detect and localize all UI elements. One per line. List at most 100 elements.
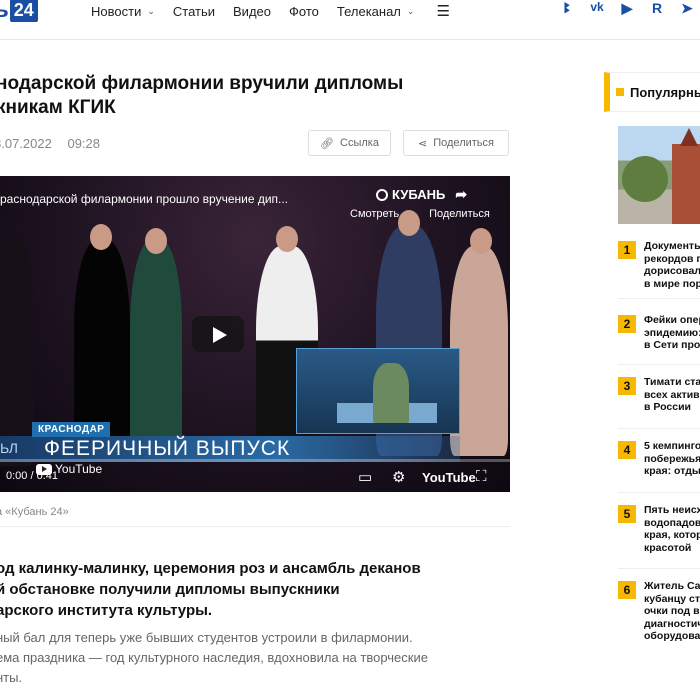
logo-text: ь (0, 0, 9, 23)
nav-item-news[interactable]: Новости ⌄ (91, 4, 155, 19)
gear-icon[interactable]: ⚙ (392, 468, 405, 486)
popular-item-line: очки под в (644, 605, 700, 617)
lead-line: арского института культуры. (0, 602, 213, 619)
popular-item-line: оборудова (644, 630, 700, 642)
telegram-icon[interactable]: ➤ (678, 0, 696, 17)
performer-head (145, 228, 167, 254)
video-actions: Смотреть Поделиться (350, 208, 490, 220)
popular-item-line: красотой (644, 541, 692, 554)
chevron-down-icon: ⌄ (406, 5, 415, 16)
nav-item-video[interactable]: Видео (233, 4, 271, 19)
popular-item-line: рекордов п (644, 252, 700, 265)
vk-icon[interactable]: vk (588, 0, 606, 17)
subtitles-icon[interactable]: ▭ (358, 468, 372, 486)
share-button[interactable]: ⋖ Поделиться (403, 130, 509, 156)
article-body: ный бал для теперь уже бывших студентов … (0, 628, 496, 688)
share-label: Поделиться (433, 137, 494, 149)
spire-shape (680, 128, 698, 146)
lead-line: й обстановке получили дипломы выпускники (0, 581, 340, 598)
divider (618, 492, 700, 493)
article-time: 09:28 (67, 136, 101, 151)
lead-line: од калинку-малинку, церемония роз и анса… (0, 560, 421, 577)
odnoklassniki-icon[interactable]: ꔪ (558, 0, 576, 17)
popular-item-line: водопадов (644, 516, 700, 529)
popular-item-4[interactable]: 4 5 кемпингопобережьякрая: отдых (618, 440, 700, 478)
popular-item-line: в России (644, 401, 691, 413)
popular-item-number: 5 (618, 505, 636, 523)
popular-thumbnail[interactable] (618, 126, 700, 224)
article-lead: од калинку-малинку, церемония роз и анса… (0, 558, 496, 621)
performer (130, 240, 182, 460)
popular-item-text: 5 кемпингопобережьякрая: отдых (644, 440, 700, 478)
main-nav: Новости ⌄ Статьи Видео Фото Телеканал ⌄ … (91, 2, 450, 20)
popular-item-text: Документырекордов пдорисовалив мире пор (644, 240, 700, 290)
popular-item-line: диагностич (644, 617, 700, 630)
square-icon (616, 88, 624, 96)
rutube-icon[interactable]: R (648, 0, 666, 17)
site-logo[interactable]: ь 24 (0, 0, 38, 24)
video-player[interactable]: раснодарской филармонии прошло вручение … (0, 176, 510, 492)
play-button[interactable] (192, 316, 244, 352)
popular-item-1[interactable]: 1 Документырекордов пдорисовалив мире пор (618, 240, 700, 290)
body-line: ема праздника — год культурного наследия… (0, 650, 428, 665)
youtube-icon[interactable]: ▶ (618, 0, 636, 17)
nav-item-articles[interactable]: Статьи (173, 4, 215, 19)
nav-item-tv-channel[interactable]: Телеканал ⌄ (337, 4, 415, 19)
fullscreen-icon[interactable]: ⛶ (476, 468, 487, 485)
performer (0, 236, 34, 466)
article-meta: 8.07.2022 09:28 (0, 136, 100, 151)
church-shape (672, 144, 700, 224)
popular-item-3[interactable]: 3 Тимати ста всех актив в России (618, 376, 700, 414)
channel-brand-label: КУБАНЬ (392, 187, 446, 202)
nav-label: Статьи (172, 3, 216, 19)
article-title-line: кникам КГИК (0, 97, 116, 118)
popular-item-number: 6 (618, 581, 636, 599)
popular-item-number: 1 (618, 241, 636, 259)
popular-item-line: побережья (644, 452, 700, 465)
body-line: нты. (0, 670, 23, 685)
divider (618, 298, 700, 299)
video-share-button[interactable]: Поделиться (429, 208, 490, 220)
popular-item-number: 4 (618, 441, 636, 459)
studio-inset (296, 348, 460, 434)
popular-item-number: 2 (618, 315, 636, 333)
watch-later-button[interactable]: Смотреть (350, 208, 399, 220)
popular-item-6[interactable]: 6 Житель Самкубанцу сточки под вдиагности… (618, 580, 700, 643)
copy-link-button[interactable]: 🔗︎ Ссылка (308, 130, 391, 156)
divider (618, 428, 700, 429)
channel-brand[interactable]: КУБАНЬ ➦ (376, 186, 467, 203)
social-links: ꔪ vk ▶ R ➤ (558, 0, 696, 17)
nav-label: Телеканал (336, 3, 401, 19)
popular-item-text: Фейки опер эпидемию: в Сети про (644, 314, 700, 352)
video-title[interactable]: раснодарской филармонии прошло вручение … (0, 192, 340, 206)
popular-item-line: края: отдых (644, 465, 700, 477)
popular-item-text: Пять неисх водопадов края, котор красотой (644, 504, 700, 554)
popular-item-5[interactable]: 5 Пять неисх водопадов края, котор красотой (618, 504, 700, 554)
video-progress-bar[interactable] (0, 459, 510, 462)
copy-link-label: Ссылка (340, 137, 379, 149)
nav-item-photo[interactable]: Фото (289, 4, 319, 19)
divider (0, 526, 510, 527)
popular-item-line: в мире пор (644, 277, 700, 290)
popular-item-number: 3 (618, 377, 636, 395)
menu-icon[interactable]: ☰ (436, 2, 449, 20)
article-title-line: нодарской филармонии вручили дипломы (0, 73, 404, 94)
popular-heading-label: Популярные (630, 84, 700, 100)
body-line: ный бал для теперь уже бывших студентов … (0, 630, 413, 645)
popular-heading: Популярные (604, 72, 700, 112)
divider (618, 568, 700, 569)
popular-item-line: Документы (644, 240, 700, 252)
popular-item-line: всех актив (644, 388, 700, 401)
popular-item-line: Фейки опер (644, 314, 700, 326)
performer-head (470, 228, 492, 254)
popular-item-line: края, котор (644, 529, 700, 541)
share-arrow-icon: ➦ (455, 186, 468, 202)
site-header: ь 24 Новости ⌄ Статьи Видео Фото Телекан… (0, 0, 700, 40)
popular-item-text: Тимати ста всех актив в России (644, 376, 700, 414)
article-date: 8.07.2022 (0, 136, 52, 151)
lower-third-city: КРАСНОДАР (32, 422, 111, 437)
link-icon: 🔗︎ (320, 137, 334, 150)
popular-item-2[interactable]: 2 Фейки опер эпидемию: в Сети про (618, 314, 700, 352)
performer-head (90, 224, 112, 250)
youtube-logo-button[interactable]: YouTube (422, 470, 476, 485)
